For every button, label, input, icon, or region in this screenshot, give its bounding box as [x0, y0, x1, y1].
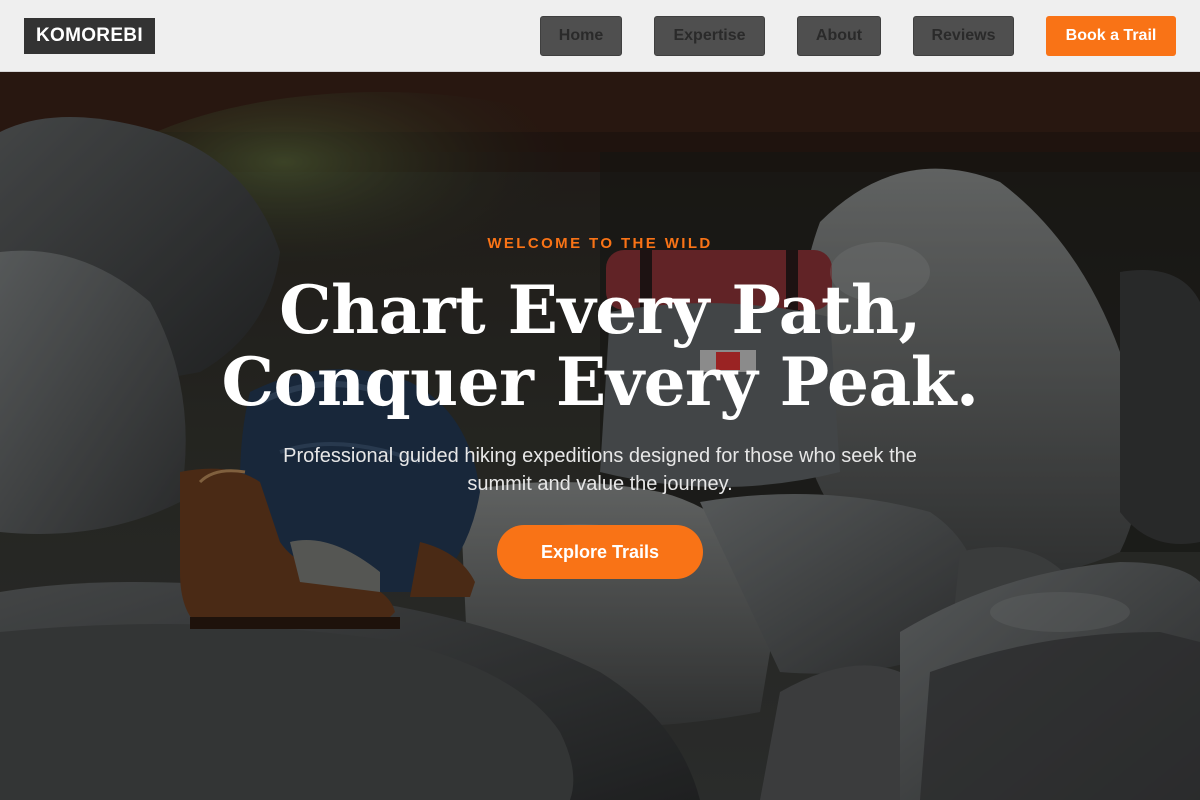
explore-trails-button[interactable]: Explore Trails: [497, 525, 703, 579]
book-trail-button[interactable]: Book a Trail: [1046, 16, 1176, 56]
hero-headline-line2: Conquer Every Peak.: [221, 343, 979, 421]
nav-home-button[interactable]: Home: [540, 16, 622, 56]
nav-reviews-button[interactable]: Reviews: [913, 16, 1014, 56]
hero-headline-line1: Chart Every Path,: [279, 271, 921, 349]
nav-expertise-button[interactable]: Expertise: [654, 16, 765, 56]
site-header: KOMOREBI Home Expertise About Reviews Bo…: [0, 0, 1200, 72]
hero-subtext: Professional guided hiking expeditions d…: [283, 445, 917, 495]
hero-section: WELCOME TO THE WILD Chart Every Path, Co…: [0, 72, 1200, 800]
hero-headline: Chart Every Path, Conquer Every Peak.: [0, 274, 1200, 418]
page: KOMOREBI Home Expertise About Reviews Bo…: [0, 0, 1200, 800]
hero-eyebrow: WELCOME TO THE WILD: [487, 235, 713, 252]
brand-logo[interactable]: KOMOREBI: [24, 18, 155, 54]
hero-dark-overlay: [0, 72, 1200, 800]
nav-about-button[interactable]: About: [797, 16, 881, 56]
